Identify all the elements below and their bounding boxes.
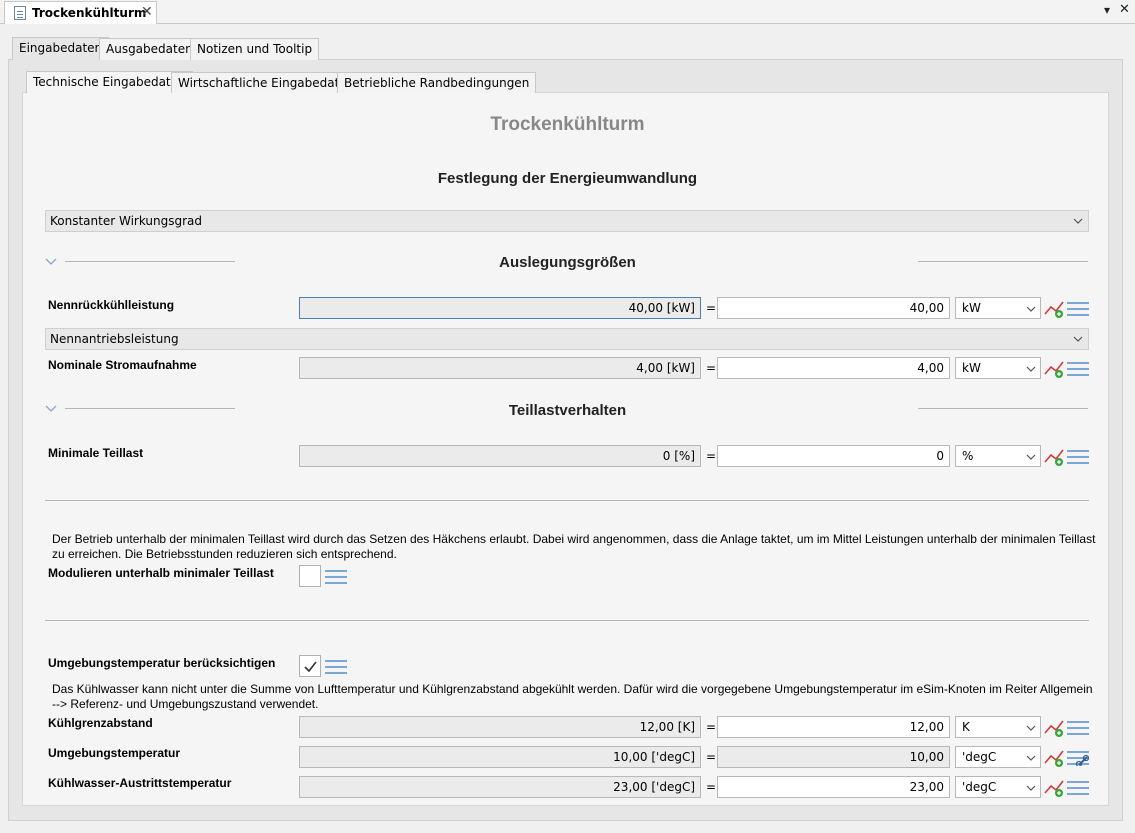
tab-technische[interactable]: Technische Eingabedaten xyxy=(26,71,193,93)
list-lines-icon[interactable] xyxy=(325,569,347,585)
umgebung-readonly: 10,00 ['degC] xyxy=(299,746,701,768)
drive-mode-dropdown[interactable]: Nennantriebsleistung xyxy=(45,328,1089,350)
close-view-icon[interactable]: ✕ xyxy=(1119,2,1130,17)
tab-eingabedaten[interactable]: Eingabedaten xyxy=(12,37,110,60)
umgebung-label: Umgebungstemperatur xyxy=(48,746,181,760)
strom-unit-value: kW xyxy=(962,361,981,375)
chevron-down-icon xyxy=(1026,725,1036,731)
ambient-checkbox[interactable] xyxy=(299,655,321,677)
min-partload-unit-select[interactable]: % xyxy=(955,445,1041,467)
divider xyxy=(918,408,1088,409)
close-tab-icon[interactable]: ✕ xyxy=(141,4,153,20)
umgebung-unit-value: 'degC xyxy=(962,750,997,764)
check-icon xyxy=(304,661,317,673)
kuehlgrenz-readonly: 12,00 [K] xyxy=(299,716,701,738)
tab-betriebliche[interactable]: Betriebliche Randbedingungen xyxy=(337,72,537,93)
energy-heading: Festlegung der Energieumwandlung xyxy=(437,170,698,187)
strom-readonly: 4,00 [kW] xyxy=(299,357,701,379)
list-lines-icon[interactable] xyxy=(1067,780,1089,796)
energy-mode-dropdown[interactable]: Konstanter Wirkungsgrad xyxy=(45,210,1089,232)
modulate-checkbox[interactable] xyxy=(299,565,321,587)
energy-mode-value: Konstanter Wirkungsgrad xyxy=(50,214,203,228)
austritt-input[interactable]: 23,00 xyxy=(717,776,950,798)
divider xyxy=(45,500,1089,501)
partload-heading: Teillastverhalten xyxy=(508,402,627,419)
chart-curve-add-icon[interactable] xyxy=(1044,718,1066,738)
strom-label: Nominale Stromaufnahme xyxy=(48,358,197,372)
view-menu-icon[interactable]: ▾ xyxy=(1104,3,1110,17)
strom-unit-select[interactable]: kW xyxy=(955,357,1041,379)
divider xyxy=(918,261,1088,262)
editor-tab-title: Trockenkühlturm xyxy=(32,6,147,20)
tab-wirtschaftliche[interactable]: Wirtschaftliche Eingabedaten xyxy=(171,72,362,93)
chevron-down-icon xyxy=(1073,336,1083,342)
austritt-unit-select[interactable]: 'degC xyxy=(955,776,1041,798)
document-icon xyxy=(14,6,26,20)
chevron-down-icon xyxy=(1026,755,1036,761)
min-partload-label: Minimale Teillast xyxy=(48,446,144,460)
min-partload-input[interactable]: 0 xyxy=(717,445,950,467)
list-lines-icon[interactable] xyxy=(325,659,347,675)
chart-curve-add-icon[interactable] xyxy=(1044,447,1066,467)
strom-value-input[interactable]: 4,00 xyxy=(717,357,950,379)
drive-mode-value: Nennantriebsleistung xyxy=(50,332,179,346)
equals-sign: = xyxy=(706,449,717,463)
equals-sign: = xyxy=(706,361,717,375)
austritt-readonly: 23,00 ['degC] xyxy=(299,776,701,798)
equals-sign: = xyxy=(706,301,717,315)
nenn-unit-value: kW xyxy=(962,301,981,315)
chevron-down-icon xyxy=(1026,785,1036,791)
modulate-label: Modulieren unterhalb minimaler Teillast xyxy=(48,566,274,580)
design-heading: Auslegungsgrößen xyxy=(499,254,636,271)
modulate-description: Der Betrieb unterhalb der minimalen Teil… xyxy=(52,532,1096,561)
ambient-description: Das Kühlwasser kann nicht unter die Summ… xyxy=(52,682,1093,711)
umgebung-unit-select[interactable]: 'degC xyxy=(955,746,1041,768)
min-partload-unit-value: % xyxy=(962,449,974,463)
kuehlgrenz-unit-select[interactable]: K xyxy=(955,716,1041,738)
umgebung-input[interactable]: 10,00 xyxy=(717,746,950,768)
editor-tab-strip xyxy=(0,0,1135,24)
kuehlgrenz-input[interactable]: 12,00 xyxy=(717,716,950,738)
list-lines-icon[interactable] xyxy=(1067,449,1089,465)
kuehlgrenz-label: Kühlgrenzabstand xyxy=(48,716,153,730)
min-partload-readonly: 0 [%] xyxy=(299,445,701,467)
list-lines-icon[interactable] xyxy=(1067,361,1089,377)
chevron-down-icon xyxy=(1026,366,1036,372)
nenn-readonly: 40,00 [kW] xyxy=(299,297,701,319)
tab-ausgabedaten[interactable]: Ausgabedaten xyxy=(99,38,200,60)
equals-sign: = xyxy=(706,750,717,764)
nenn-label: Nennrückkühlleistung xyxy=(48,298,175,312)
chevron-down-icon xyxy=(1026,454,1036,460)
equals-sign: = xyxy=(706,720,717,734)
nenn-value-input[interactable]: 40,00 xyxy=(717,297,950,319)
link-icon[interactable] xyxy=(1067,750,1089,766)
austritt-label: Kühlwasser-Austrittstemperatur xyxy=(48,776,232,790)
chart-curve-add-icon[interactable] xyxy=(1044,748,1066,768)
ambient-label: Umgebungstemperatur berücksichtigen xyxy=(48,656,276,670)
chevron-down-icon xyxy=(1073,218,1083,224)
austritt-unit-value: 'degC xyxy=(962,780,997,794)
list-lines-icon[interactable] xyxy=(1067,720,1089,736)
page-title: Trockenkühlturm xyxy=(490,114,645,135)
editor-tab[interactable]: Trockenkühlturm ✕ xyxy=(4,1,157,24)
chart-curve-add-icon[interactable] xyxy=(1044,778,1066,798)
nenn-unit-select[interactable]: kW xyxy=(955,297,1041,319)
equals-sign: = xyxy=(706,780,717,794)
list-lines-icon[interactable] xyxy=(1067,301,1089,317)
chart-curve-add-icon[interactable] xyxy=(1044,359,1066,379)
chart-curve-add-icon[interactable] xyxy=(1044,299,1066,319)
chevron-down-icon xyxy=(1026,306,1036,312)
tab-notizen[interactable]: Notizen und Tooltip xyxy=(190,38,320,60)
kuehlgrenz-unit-value: K xyxy=(962,720,970,734)
divider xyxy=(45,620,1089,621)
